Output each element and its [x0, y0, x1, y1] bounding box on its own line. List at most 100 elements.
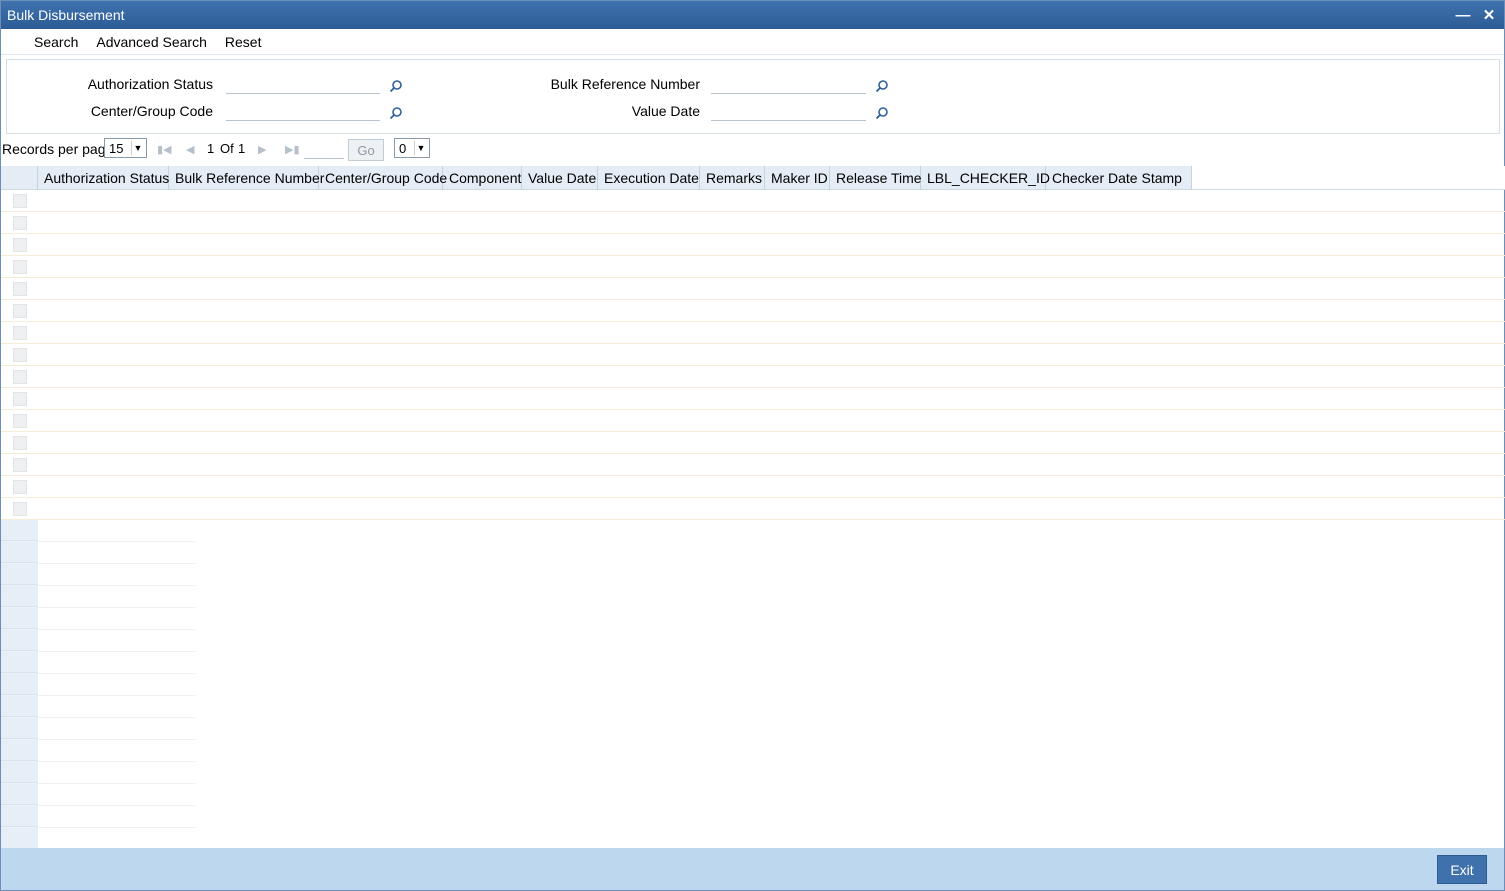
chevron-down-icon: ▼ — [414, 141, 427, 155]
grid-header: Authorization Status Bulk Reference Numb… — [1, 166, 1505, 190]
table-row[interactable] — [1, 476, 1505, 498]
search-criteria-panel: Authorization Status Center/Group Code B… — [6, 59, 1500, 134]
search-icon[interactable] — [389, 79, 403, 93]
row-checkbox[interactable] — [12, 259, 27, 274]
value-date-label: Value Date — [631, 103, 700, 119]
row-checkbox[interactable] — [12, 281, 27, 296]
empty-grid-row — [1, 696, 195, 718]
row-checkbox[interactable] — [12, 391, 27, 406]
row-checkbox[interactable] — [12, 413, 27, 428]
row-stub — [1, 586, 38, 607]
empty-grid-row — [1, 674, 195, 696]
row-checkbox[interactable] — [12, 347, 27, 362]
table-row[interactable] — [1, 212, 1505, 234]
row-stub — [1, 740, 38, 761]
table-row[interactable] — [1, 498, 1505, 520]
row-stub — [1, 564, 38, 585]
last-page-icon[interactable]: ▶▮ — [285, 143, 300, 156]
row-checkbox[interactable] — [12, 369, 27, 384]
empty-grid-row — [1, 520, 195, 542]
row-checkbox[interactable] — [12, 435, 27, 450]
row-checkbox[interactable] — [12, 215, 27, 230]
row-checkbox[interactable] — [12, 479, 27, 494]
column-checker-date-stamp[interactable]: Checker Date Stamp — [1046, 166, 1192, 190]
column-release-time[interactable]: Release Time — [830, 166, 922, 190]
center-group-code-input[interactable] — [226, 101, 380, 121]
column-authorization-status[interactable]: Authorization Status — [38, 166, 169, 190]
row-stub — [1, 652, 38, 673]
search-button[interactable]: Search — [25, 34, 87, 50]
empty-grid-row — [1, 718, 195, 740]
table-row[interactable] — [1, 432, 1505, 454]
toolbar: Search Advanced Search Reset — [1, 29, 1504, 55]
goto-page-input[interactable] — [304, 139, 344, 159]
table-row[interactable] — [1, 234, 1505, 256]
empty-grid-row — [1, 564, 195, 586]
column-maker-id[interactable]: Maker ID — [765, 166, 830, 190]
row-select-cell — [1, 410, 38, 431]
row-select-cell — [1, 476, 38, 497]
authorization-status-label: Authorization Status — [87, 76, 213, 92]
minimize-icon[interactable]: — — [1452, 4, 1474, 26]
table-row[interactable] — [1, 256, 1505, 278]
bulk-disbursement-window: Bulk Disbursement — ✕ Search Advanced Se… — [0, 0, 1505, 891]
column-center-group-code[interactable]: Center/Group Code — [319, 166, 447, 190]
search-icon[interactable] — [875, 79, 889, 93]
empty-grid-row — [1, 652, 195, 674]
select-all-column[interactable] — [1, 166, 38, 189]
table-row[interactable] — [1, 322, 1505, 344]
row-checkbox[interactable] — [12, 325, 27, 340]
column-execution-date[interactable]: Execution Date — [598, 166, 700, 190]
value-date-input[interactable] — [711, 101, 866, 121]
row-stub — [1, 608, 38, 629]
row-checkbox[interactable] — [12, 193, 27, 208]
row-stub — [1, 828, 38, 849]
advanced-search-button[interactable]: Advanced Search — [87, 34, 216, 50]
table-row[interactable] — [1, 190, 1505, 212]
empty-grid-row — [1, 828, 195, 850]
authorization-status-input[interactable] — [226, 74, 380, 94]
secondary-page-select[interactable]: 0 ▼ — [394, 138, 430, 158]
window-title: Bulk Disbursement — [7, 7, 125, 23]
table-row[interactable] — [1, 410, 1505, 432]
go-button[interactable]: Go — [348, 139, 384, 161]
search-icon[interactable] — [875, 106, 889, 120]
close-icon[interactable]: ✕ — [1478, 4, 1500, 26]
table-row[interactable] — [1, 278, 1505, 300]
search-icon[interactable] — [389, 106, 403, 120]
bulk-reference-number-input[interactable] — [711, 74, 866, 94]
column-remarks[interactable]: Remarks — [700, 166, 765, 190]
column-checker-id[interactable]: LBL_CHECKER_ID — [921, 166, 1050, 190]
chevron-down-icon: ▼ — [131, 141, 144, 155]
row-select-cell — [1, 300, 38, 321]
empty-grid-row — [1, 806, 195, 828]
column-component[interactable]: Component — [443, 166, 522, 190]
records-per-page-select[interactable]: 15 ▼ — [104, 138, 147, 158]
row-checkbox[interactable] — [12, 457, 27, 472]
row-stub — [1, 806, 38, 827]
row-select-cell — [1, 256, 38, 277]
column-value-date[interactable]: Value Date — [522, 166, 598, 190]
table-row[interactable] — [1, 344, 1505, 366]
row-checkbox[interactable] — [12, 237, 27, 252]
column-bulk-reference-number[interactable]: Bulk Reference Number — [169, 166, 324, 190]
table-row[interactable] — [1, 300, 1505, 322]
pagination-bar: Records per page 15 ▼ ▮◀ ◀ 1 Of 1 ▶ ▶▮ G… — [1, 137, 1505, 161]
reset-button[interactable]: Reset — [216, 34, 271, 50]
previous-page-icon[interactable]: ◀ — [186, 143, 194, 156]
table-row[interactable] — [1, 366, 1505, 388]
total-pages: 1 — [238, 141, 246, 156]
records-per-page-label: Records per page — [2, 141, 114, 157]
row-checkbox[interactable] — [12, 501, 27, 516]
row-select-cell — [1, 454, 38, 475]
table-row[interactable] — [1, 454, 1505, 476]
row-select-cell — [1, 366, 38, 387]
next-page-icon[interactable]: ▶ — [258, 143, 266, 156]
row-stub — [1, 784, 38, 805]
exit-button[interactable]: Exit — [1437, 855, 1487, 884]
row-checkbox[interactable] — [12, 303, 27, 318]
table-row[interactable] — [1, 388, 1505, 410]
first-page-icon[interactable]: ▮◀ — [157, 143, 172, 156]
row-select-cell — [1, 498, 38, 519]
row-stub — [1, 762, 38, 783]
